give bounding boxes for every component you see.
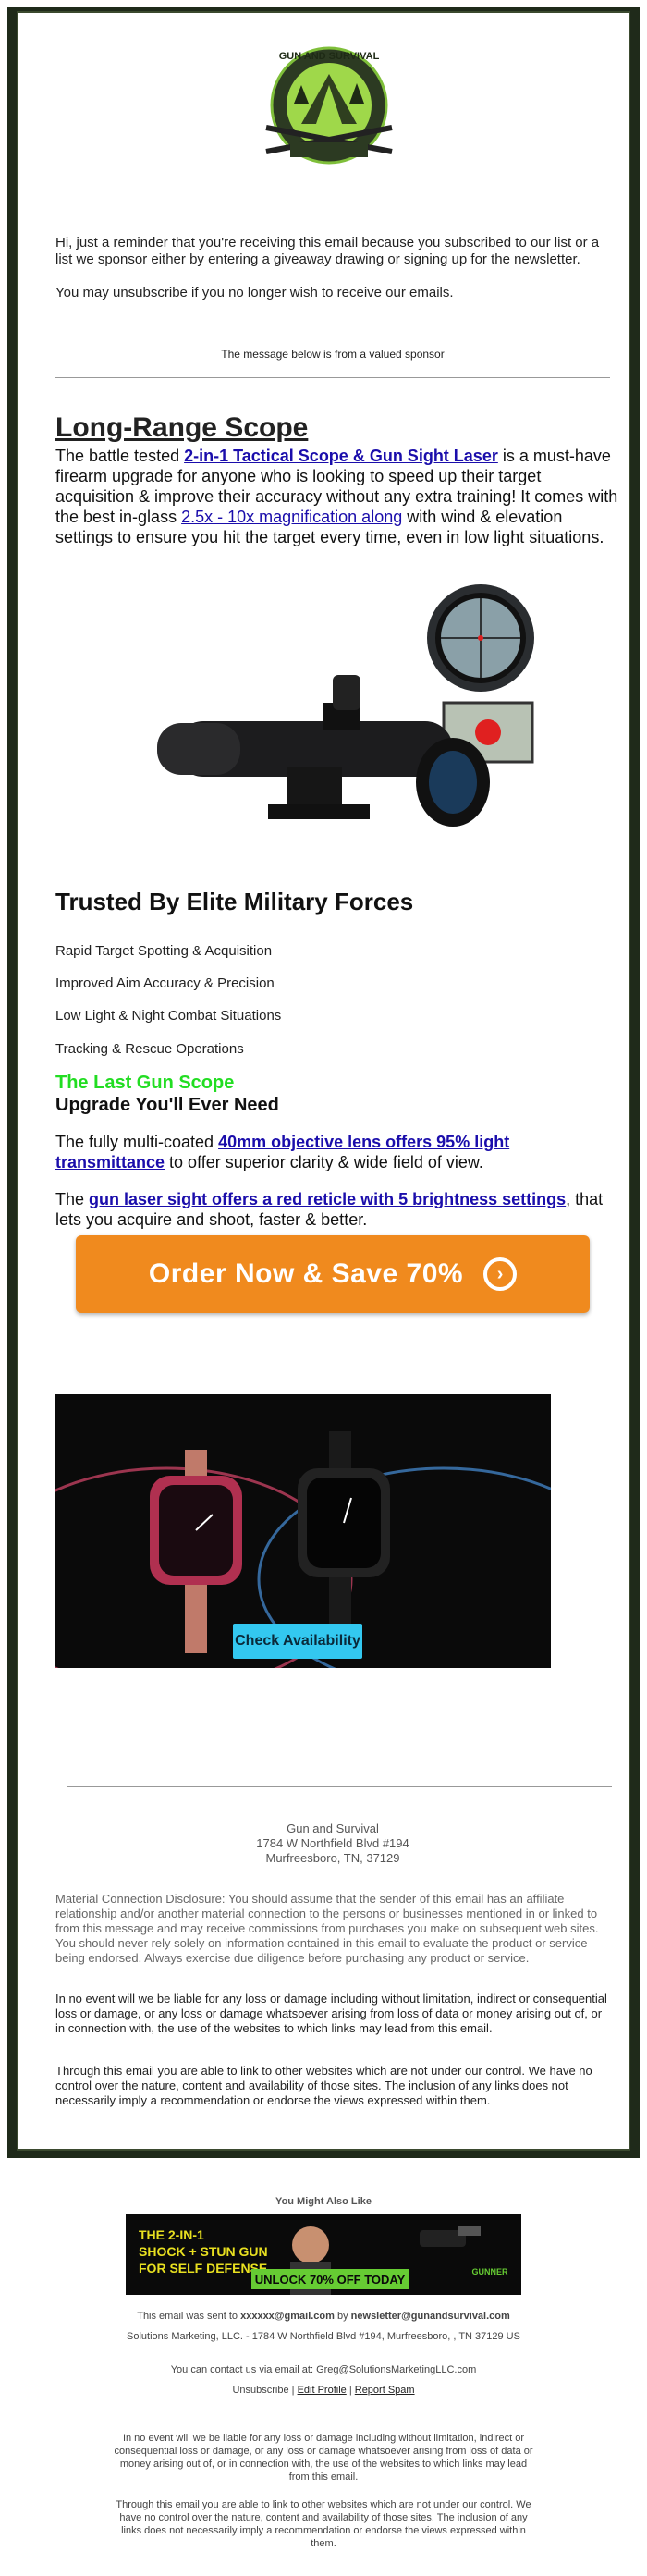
divider — [55, 377, 610, 378]
green-heading: The Last Gun Scope — [55, 1073, 235, 1093]
separator: | — [288, 2385, 298, 2396]
unsubscribe-link[interactable]: unsubscribe — [113, 285, 188, 301]
order-now-button[interactable]: Order Now & Save 70% › — [76, 1235, 590, 1313]
postal-address: Gun and Survival 1784 W Northfield Blvd … — [55, 1822, 610, 1866]
material-disclosure: Material Connection Disclosure: You shou… — [55, 1892, 599, 1965]
ad-headline-3: FOR SELF DEFENSE — [139, 2261, 267, 2275]
sent-to-line: This email was sent to xxxxxx@gmail.com … — [111, 2310, 536, 2323]
black-heading: Upgrade You'll Ever Need — [55, 1095, 279, 1115]
sender-email: newsletter@gunandsurvival.com — [350, 2311, 510, 2322]
unsubscribe-pre: You may — [55, 285, 113, 301]
feature-item: Tracking & Rescue Operations — [55, 1041, 244, 1057]
p2-text-a: The fully multi-coated — [55, 1133, 219, 1151]
stun-gun-ad-banner[interactable]: THE 2-IN-1 SHOCK + STUN GUN FOR SELF DEF… — [126, 2214, 521, 2295]
edit-profile-link[interactable]: Edit Profile — [298, 2385, 347, 2396]
p1-text-a: The battle tested — [55, 447, 185, 465]
sponsor-note: The message below is from a valued spons… — [221, 348, 445, 361]
divider — [67, 1786, 612, 1787]
ad-headline-2: SHOCK + STUN GUN — [139, 2244, 268, 2259]
reminder-text: Hi, just a reminder that you're receivin… — [55, 235, 600, 267]
arrow-circle-icon: › — [483, 1257, 518, 1291]
footer-liability: In no event will we be liable for any lo… — [114, 2433, 533, 2483]
p2-text-b: to offer superior clarity & wide field o… — [165, 1153, 483, 1171]
ad-brand: GUNNER — [471, 2267, 508, 2276]
article-paragraph-2: The fully multi-coated 40mm objective le… — [55, 1132, 610, 1172]
laser-sight-link[interactable]: gun laser sight offers a red reticle wit… — [89, 1190, 566, 1208]
feature-item: Improved Aim Accuracy & Precision — [55, 975, 275, 991]
recipient-email: xxxxxx@gmail.com — [240, 2311, 335, 2322]
scope-product-image[interactable] — [139, 564, 545, 860]
features-title: Trusted By Elite Military Forces — [55, 888, 414, 915]
feature-item: Rapid Target Spotting & Acquisition — [55, 943, 273, 959]
ad-headline-1: THE 2-IN-1 — [139, 2227, 204, 2242]
magnification-link[interactable]: 2.5x - 10x magnification along — [181, 508, 402, 526]
article-paragraph-3: The gun laser sight offers a red reticle… — [55, 1189, 610, 1230]
sent-to-pre: This email was sent to — [137, 2311, 241, 2322]
intro-text: Hi, just a reminder that you're receivin… — [55, 235, 610, 318]
address-line1: 1784 W Northfield Blvd #194 — [256, 1836, 409, 1850]
article-paragraph-1: The battle tested 2-in-1 Tactical Scope … — [55, 446, 619, 547]
you-might-like-title: You Might Also Like — [275, 2196, 372, 2207]
separator: | — [346, 2385, 355, 2396]
links-disclaimer: Through this email you are able to link … — [55, 2064, 592, 2107]
footer-links: Unsubscribe | Edit Profile | Report Spam — [111, 2384, 536, 2397]
brand-logo[interactable]: GUN AND SURVIVAL — [248, 39, 410, 187]
ad-unlock-button[interactable]: UNLOCK 70% OFF TODAY — [255, 2273, 406, 2287]
company-address: Solutions Marketing, LLC. - 1784 W North… — [127, 2331, 520, 2342]
logo-text: GUN AND SURVIVAL — [279, 51, 380, 62]
p3-text-a: The — [55, 1190, 90, 1208]
report-spam-link[interactable]: Report Spam — [355, 2385, 415, 2396]
check-availability-button[interactable]: Check Availability — [233, 1624, 362, 1659]
feature-item: Low Light & Night Combat Situations — [55, 1008, 282, 1024]
scope-product-link[interactable]: 2-in-1 Tactical Scope & Gun Sight Laser — [184, 447, 498, 465]
contact-line: You can contact us via email at: Greg@So… — [170, 2364, 477, 2375]
unsubscribe-footer-link[interactable]: Unsubscribe — [232, 2385, 288, 2396]
email-frame: GUN AND SURVIVAL Hi, just a reminder tha… — [7, 7, 640, 2158]
email-body: GUN AND SURVIVAL Hi, just a reminder tha… — [17, 11, 630, 2151]
unsubscribe-post: if you no longer wish to receive our ema… — [187, 285, 454, 301]
liability-disclaimer: In no event will we be liable for any lo… — [55, 1992, 607, 2035]
address-line2: Murfreesboro, TN, 37129 — [265, 1851, 400, 1865]
address-name: Gun and Survival — [287, 1822, 379, 1835]
footer-links-disclaimer: Through this email you are able to link … — [116, 2499, 531, 2549]
watch-ad-banner[interactable]: Check Availability — [55, 1394, 551, 1668]
order-now-label: Order Now & Save 70% — [148, 1258, 464, 1289]
article-headline[interactable]: Long-Range Scope — [55, 412, 308, 444]
sent-by: by — [334, 2311, 351, 2322]
unsubscribe-text: You may unsubscribe if you no longer wis… — [55, 285, 610, 301]
